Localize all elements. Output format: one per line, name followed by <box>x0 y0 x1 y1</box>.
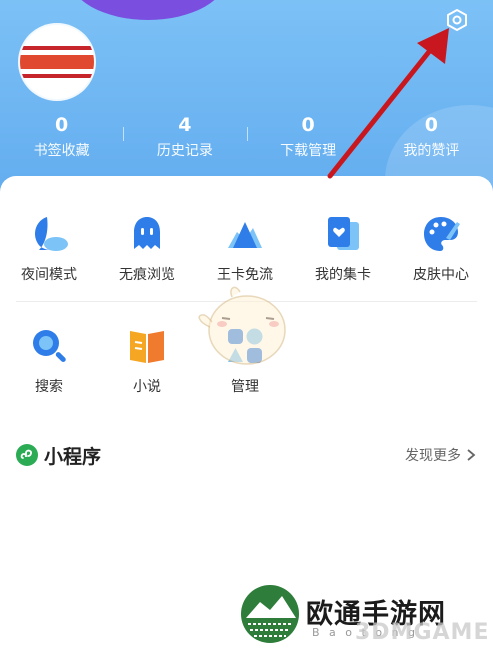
settings-button[interactable] <box>443 6 471 34</box>
tool-label: 搜索 <box>35 379 63 395</box>
search-icon <box>29 326 69 366</box>
watermark-logo-image <box>241 585 299 643</box>
stat-downloads[interactable]: 0 下载管理 <box>246 113 370 163</box>
king-card-icon <box>225 214 265 254</box>
stat-divider <box>123 127 125 141</box>
stat-bookmarks[interactable]: 0 书签收藏 <box>0 113 123 163</box>
stats-bar: 0 书签收藏 4 历史记录 0 下载管理 0 我的赞评 <box>0 113 493 163</box>
palette-icon <box>421 214 461 254</box>
stat-label: 我的赞评 <box>403 143 460 159</box>
stat-label: 书签收藏 <box>33 143 90 159</box>
moon-icon <box>29 214 69 254</box>
tool-label: 王卡免流 <box>217 267 273 283</box>
tool-label: 管理 <box>231 379 259 395</box>
book-icon <box>127 326 167 366</box>
stat-value: 0 <box>301 114 315 136</box>
avatar[interactable] <box>20 25 94 99</box>
gear-icon <box>447 9 467 31</box>
stat-likes[interactable]: 0 我的赞评 <box>370 113 493 163</box>
tool-skin-center[interactable]: 皮肤中心 <box>392 214 490 284</box>
tool-incognito[interactable]: 无痕浏览 <box>98 214 196 284</box>
tool-label: 我的集卡 <box>315 267 371 283</box>
ghost-icon <box>127 214 167 254</box>
decorative-blob <box>68 0 228 20</box>
stat-history[interactable]: 4 历史记录 <box>123 113 246 163</box>
tools-panel: 夜间模式 无痕浏览 王卡免流 我的集卡 皮肤中心 搜索 小说 管理 小程序 发现… <box>0 176 493 650</box>
tool-label: 小说 <box>133 379 161 395</box>
chevron-right-icon <box>467 449 476 461</box>
stat-value: 0 <box>55 114 69 136</box>
stat-label: 下载管理 <box>280 143 337 159</box>
tool-novel[interactable]: 小说 <box>98 326 196 396</box>
tool-label: 夜间模式 <box>21 267 77 283</box>
mini-program-title: 小程序 <box>44 445 102 468</box>
discover-more-label: 发现更多 <box>405 448 461 464</box>
tool-label: 皮肤中心 <box>413 267 469 283</box>
tool-label: 无痕浏览 <box>119 267 175 283</box>
tool-king-card[interactable]: 王卡免流 <box>196 214 294 284</box>
stat-value: 4 <box>178 114 192 136</box>
tool-night-mode[interactable]: 夜间模式 <box>0 214 98 284</box>
tool-card-collection[interactable]: 我的集卡 <box>294 214 392 284</box>
mini-program-icon <box>16 444 38 466</box>
card-collection-icon <box>323 214 363 254</box>
watermark-mascot-image <box>198 286 286 365</box>
discover-more-link[interactable]: 发现更多 <box>405 445 477 465</box>
stat-value: 0 <box>424 114 438 136</box>
watermark-3dm: 3DMGAME <box>355 620 490 645</box>
mini-program-header: 小程序 发现更多 <box>16 441 477 469</box>
stat-label: 历史记录 <box>156 143 213 159</box>
tool-search[interactable]: 搜索 <box>0 326 98 396</box>
profile-header: 0 书签收藏 4 历史记录 0 下载管理 0 我的赞评 <box>0 0 493 200</box>
stat-divider <box>246 127 248 141</box>
